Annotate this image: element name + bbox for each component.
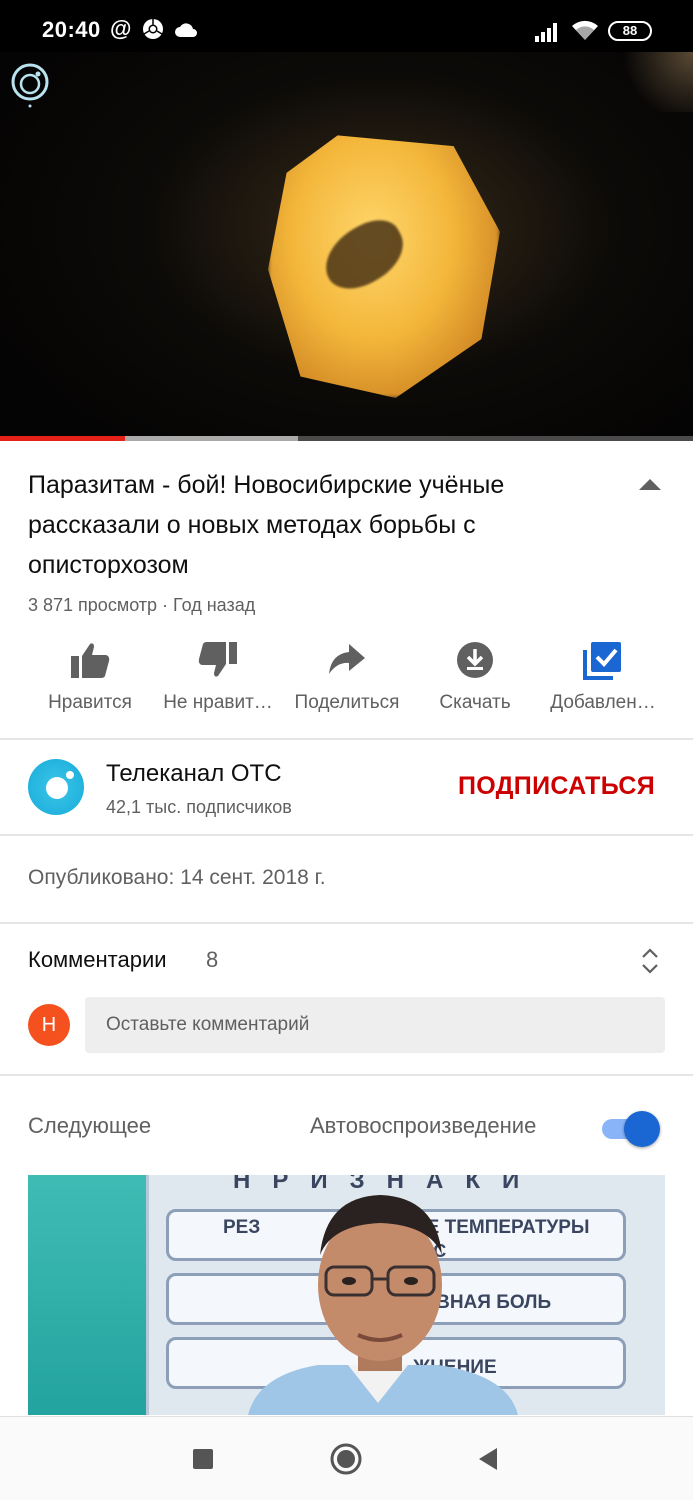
download-icon	[457, 642, 493, 678]
cloud-icon	[174, 22, 197, 44]
save-playlist-label: Добавлен…	[550, 692, 656, 713]
chevron-up-icon[interactable]	[638, 476, 662, 492]
at-icon: @	[110, 16, 132, 41]
video-title[interactable]: Паразитам - бой! Новосибирские учёные ра…	[28, 465, 608, 585]
up-next-label: Следующее	[28, 1113, 152, 1138]
next-video-thumbnail[interactable]: НРИЗНАКИ РЕЗ ИЕ ТЕМПЕРАТУРЫ 39°С ЛОВНАЯ …	[28, 1175, 665, 1415]
toggle-knob	[624, 1111, 660, 1147]
divider	[0, 922, 693, 924]
comment-input[interactable]	[85, 997, 665, 1053]
battery-icon: 88	[608, 21, 652, 41]
autoplay-label: Автовоспроизведение	[310, 1113, 537, 1138]
system-nav-bar	[0, 1416, 693, 1500]
like-button[interactable]: Нравится	[20, 640, 160, 730]
channel-subscribers: 42,1 тыс. подписчиков	[106, 797, 292, 817]
download-button[interactable]: Скачать	[405, 640, 545, 730]
video-meta: 3 871 просмотр · Год назад	[28, 595, 256, 615]
share-button[interactable]: Поделиться	[277, 640, 417, 730]
share-icon	[329, 644, 365, 674]
comments-count: 8	[206, 947, 219, 972]
channel-avatar[interactable]	[28, 759, 84, 815]
share-label: Поделиться	[294, 692, 400, 713]
back-icon[interactable]	[473, 1443, 505, 1475]
expand-comments-icon[interactable]	[640, 946, 660, 976]
status-time: 20:40	[42, 17, 101, 42]
save-playlist-button[interactable]: Добавлен…	[533, 640, 673, 730]
download-label: Скачать	[439, 692, 511, 713]
dislike-button[interactable]: Не нравит…	[148, 640, 288, 730]
thumbnail-background	[28, 1175, 148, 1415]
thumbnail-presenter	[248, 1195, 518, 1415]
autoplay-toggle[interactable]	[602, 1110, 660, 1147]
comments-header[interactable]: Комментарии	[28, 947, 167, 973]
divider	[0, 738, 693, 740]
chrome-icon	[142, 18, 164, 40]
signal-icon	[535, 22, 557, 44]
action-bar: Нравится Не нравит… Поделиться Скачать Д…	[0, 640, 693, 730]
wifi-icon	[570, 18, 598, 40]
added-playlist-icon	[583, 642, 621, 680]
progress-played	[0, 436, 125, 441]
divider	[0, 834, 693, 836]
video-progress-bar[interactable]	[0, 436, 693, 441]
video-player[interactable]	[0, 52, 693, 441]
channel-name[interactable]: Телеканал ОТС	[106, 760, 282, 788]
recents-icon[interactable]	[187, 1443, 219, 1475]
status-bar: 20:40 @ 88	[0, 0, 693, 52]
video-frame-corner	[613, 52, 693, 112]
published-date: Опубликовано: 14 сент. 2018 г.	[28, 866, 326, 889]
divider	[0, 1074, 693, 1076]
subscribe-button[interactable]: ПОДПИСАТЬСЯ	[458, 772, 655, 801]
like-label: Нравится	[48, 692, 132, 713]
thumb-down-icon	[198, 642, 237, 677]
thumb-up-icon	[71, 643, 110, 678]
dislike-label: Не нравит…	[163, 692, 273, 713]
home-icon[interactable]	[330, 1443, 362, 1475]
channel-watermark-logo	[10, 62, 50, 108]
user-avatar: Н	[28, 1004, 70, 1046]
